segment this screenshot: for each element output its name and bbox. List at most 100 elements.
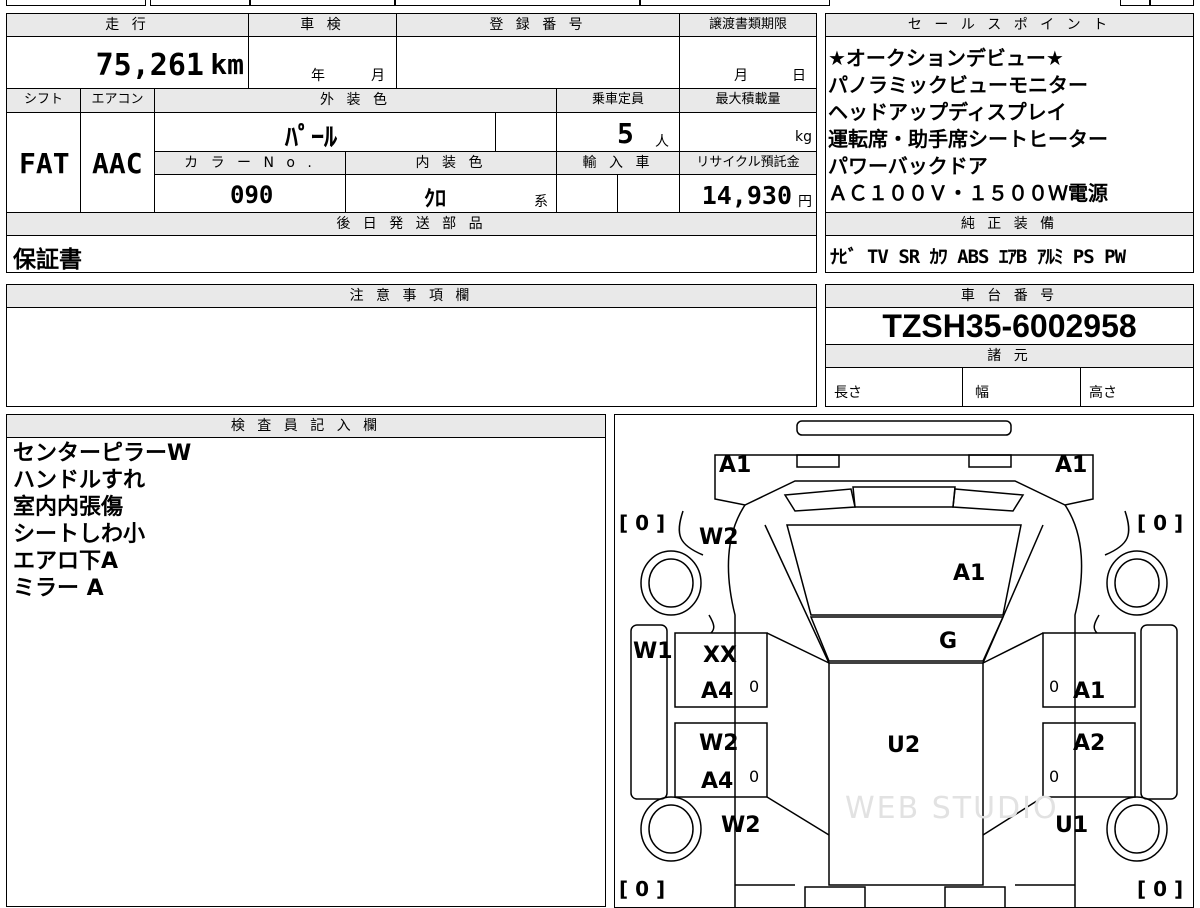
- inspection-header: 車 検: [248, 13, 397, 37]
- chassis-header: 車 台 番 号: [825, 284, 1194, 308]
- mileage-header: 走 行: [6, 13, 249, 37]
- aircon-header: エアコン: [80, 88, 155, 113]
- mark-door-rear-left: 0: [749, 767, 760, 786]
- later-parts-header: 後 日 発 送 部 品: [6, 212, 817, 236]
- import-cell-2: [617, 174, 680, 213]
- equipment-item: ｴｱB: [998, 246, 1027, 268]
- tire-front-right: [ 0 ]: [1137, 511, 1184, 535]
- label-hood: A1: [953, 561, 986, 586]
- recycle-unit: 円: [798, 194, 812, 210]
- sales-points-header: セ ー ル ス ポ イ ン ト: [825, 13, 1194, 37]
- mileage-unit: km: [210, 48, 244, 81]
- fender-right: [1093, 510, 1130, 634]
- interior-color-value: ｸﾛ: [424, 187, 447, 212]
- shift-header: シフト: [6, 88, 81, 113]
- wheel-front-right: [1106, 550, 1168, 616]
- sales-point-line: パワーバックドア: [828, 154, 988, 178]
- inspection-cell: 年 月: [248, 36, 397, 89]
- label-door-front-right: A1: [1073, 679, 1106, 704]
- inspection-year-label: 年: [311, 68, 325, 84]
- import-cell-1: [556, 174, 618, 213]
- label-pillar-left: W1: [633, 639, 673, 664]
- tire-rear-right: [ 0 ]: [1137, 877, 1184, 901]
- spec-length-cell: 長さ: [825, 367, 963, 407]
- inspector-note: 室内内張傷: [13, 495, 124, 520]
- equipment-body: ﾅﾋﾞ TV SR ｶﾜ ABS ｴｱB ｱﾙﾐ PS PW: [825, 235, 1194, 273]
- chassis-value: TZSH35-6002958: [882, 308, 1137, 344]
- later-parts-value: 保証書: [13, 247, 82, 273]
- car-damage-diagram: [630, 420, 1178, 907]
- pillar-lines: [764, 524, 1044, 664]
- transfer-month-label: 月: [734, 68, 748, 84]
- aircon-cell: AAC: [80, 112, 155, 213]
- label-rear-right: U1: [1055, 813, 1089, 838]
- wheel-front-left: [640, 550, 702, 616]
- recycle-header: リサイクル預託金: [679, 151, 817, 175]
- color-no-value: 090: [230, 181, 274, 209]
- watermark: WEB STUDIO: [845, 791, 1059, 826]
- recycle-value: 14,930: [701, 181, 792, 210]
- capacity-header: 乗車定員: [556, 88, 680, 113]
- notes-body: [6, 307, 817, 407]
- spec-length-label: 長さ: [834, 385, 862, 401]
- specs-header: 諸 元: [825, 344, 1194, 368]
- mileage-value: 75,261: [95, 48, 204, 83]
- sales-point-line: ★オークションデビュー★: [828, 46, 1064, 70]
- grille-center: [852, 486, 956, 508]
- max-load-cell: kg: [679, 112, 817, 152]
- tire-rear-left: [ 0 ]: [619, 877, 666, 901]
- grille-right: [952, 488, 1025, 512]
- spec-width-label: 幅: [975, 385, 989, 401]
- front-bumper-top: [796, 420, 1012, 436]
- roof-panel: [828, 662, 984, 886]
- top-strip-3: [250, 0, 395, 6]
- later-parts-cell: 保証書: [6, 235, 817, 273]
- equipment-item: SR: [898, 246, 920, 268]
- exterior-color-header: 外 装 色: [154, 88, 557, 113]
- equipment-header: 純 正 装 備: [825, 212, 1194, 236]
- inspection-month-label: 月: [371, 68, 385, 84]
- wheel-rear-right: [1106, 796, 1168, 862]
- equipment-item: ｶﾜ: [929, 246, 948, 268]
- sales-point-line: 運転席・助手席シートヒーター: [828, 127, 1108, 151]
- notes-header: 注 意 事 項 欄: [6, 284, 817, 308]
- front-bumper-outline: [714, 454, 1094, 506]
- shift-value: FAT: [19, 147, 70, 180]
- equipment-item: PS: [1072, 246, 1095, 268]
- label-front-left: A1: [719, 453, 752, 478]
- capacity-value: 5: [617, 117, 634, 150]
- label-roof: U2: [887, 733, 921, 758]
- label-door-rear-left-2: A4: [701, 769, 734, 794]
- chassis-body: TZSH35-6002958: [825, 307, 1194, 345]
- body-outline: [727, 504, 1083, 907]
- wheel-rear-left-inner: [648, 804, 694, 854]
- equipment-list: ﾅﾋﾞ TV SR ｶﾜ ABS ｴｱB ｱﾙﾐ PS PW: [830, 242, 1126, 269]
- label-front-right: A1: [1055, 453, 1088, 478]
- mark-door-rear-right: 0: [1049, 767, 1060, 786]
- label-windshield: G: [939, 629, 958, 654]
- sales-point-line: ＡＣ１００Ｖ・１５００Ｗ電源: [828, 181, 1108, 205]
- inspector-note: シートしわ小: [13, 522, 146, 547]
- grille-left: [783, 488, 856, 512]
- aircon-value: AAC: [92, 147, 143, 180]
- spec-height-label: 高さ: [1089, 385, 1117, 401]
- spec-height-cell: 高さ: [1080, 367, 1194, 407]
- equipment-item: TV: [866, 246, 889, 268]
- label-rear-left: W2: [721, 813, 761, 838]
- inspector-body: センターピラーW ハンドルすれ 室内内張傷 シートしわ小 エアロ下A ミラー A: [6, 437, 606, 907]
- inspector-note: ミラー A: [13, 576, 104, 601]
- registration-header: 登 録 番 号: [396, 13, 680, 37]
- wheel-rear-left: [640, 796, 702, 862]
- exterior-color-cell: ﾊﾟｰﾙ: [154, 112, 496, 153]
- max-load-unit: kg: [795, 129, 812, 145]
- exterior-color-extra-cell: [495, 112, 557, 152]
- capacity-unit: 人: [655, 134, 669, 150]
- max-load-header: 最大積載量: [679, 88, 817, 113]
- inspector-note: センターピラーW: [13, 441, 192, 466]
- registration-cell: [396, 36, 680, 89]
- interior-color-suffix: 系: [534, 194, 548, 210]
- equipment-item: ｱﾙﾐ: [1036, 246, 1063, 268]
- top-strip-2: [150, 0, 250, 6]
- headlight-right: [968, 454, 1012, 468]
- label-fender-left: W2: [699, 525, 739, 550]
